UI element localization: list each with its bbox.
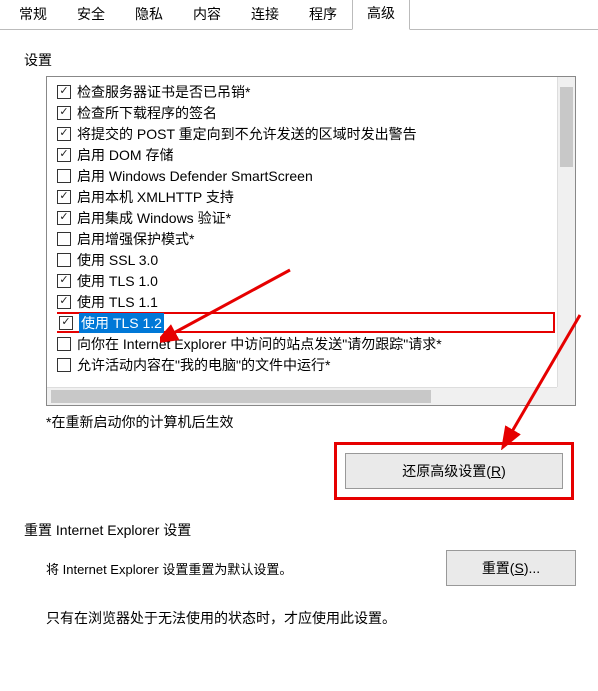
setting-item-0[interactable]: 检查服务器证书是否已吊销* — [57, 81, 555, 102]
setting-item-5[interactable]: 启用本机 XMLHTTP 支持 — [57, 186, 555, 207]
setting-label: 检查服务器证书是否已吊销* — [77, 82, 250, 102]
checkbox-icon[interactable] — [57, 274, 71, 288]
setting-item-12[interactable]: 向你在 Internet Explorer 中访问的站点发送"请勿跟踪"请求* — [57, 333, 555, 354]
hscroll-thumb[interactable] — [51, 390, 431, 403]
reset-button[interactable]: 重置(S)... — [446, 550, 576, 586]
vscroll-thumb[interactable] — [560, 87, 573, 167]
tab-content: 设置 检查服务器证书是否已吊销*检查所下载程序的签名将提交的 POST 重定向到… — [0, 30, 598, 644]
setting-label: 启用本机 XMLHTTP 支持 — [77, 187, 234, 207]
checkbox-icon[interactable] — [59, 316, 73, 330]
checkbox-icon[interactable] — [57, 253, 71, 267]
setting-label: 使用 TLS 1.1 — [77, 292, 158, 312]
setting-label: 启用 Windows Defender SmartScreen — [77, 166, 313, 186]
checkbox-icon[interactable] — [57, 358, 71, 372]
setting-item-10[interactable]: 使用 TLS 1.1 — [57, 291, 555, 312]
reset-note: 只有在浏览器处于无法使用的状态时，才应使用此设置。 — [46, 608, 576, 628]
checkbox-icon[interactable] — [57, 190, 71, 204]
setting-item-1[interactable]: 检查所下载程序的签名 — [57, 102, 555, 123]
scroll-corner — [557, 387, 575, 405]
checkbox-icon[interactable] — [57, 232, 71, 246]
setting-label: 使用 TLS 1.0 — [77, 271, 158, 291]
checkbox-icon[interactable] — [57, 337, 71, 351]
checkbox-icon[interactable] — [57, 211, 71, 225]
setting-label: 将提交的 POST 重定向到不允许发送的区域时发出警告 — [77, 124, 417, 144]
setting-label: 检查所下载程序的签名 — [77, 103, 217, 123]
tab-4[interactable]: 连接 — [236, 0, 294, 30]
setting-label: 向你在 Internet Explorer 中访问的站点发送"请勿跟踪"请求* — [77, 334, 442, 354]
setting-item-9[interactable]: 使用 TLS 1.0 — [57, 270, 555, 291]
tab-5[interactable]: 程序 — [294, 0, 352, 30]
tabs-bar: 常规安全隐私内容连接程序高级 — [0, 0, 598, 30]
setting-item-8[interactable]: 使用 SSL 3.0 — [57, 249, 555, 270]
checkbox-icon[interactable] — [57, 106, 71, 120]
restore-defaults-button[interactable]: 还原高级设置(R) — [345, 453, 563, 489]
checkbox-icon[interactable] — [57, 127, 71, 141]
horizontal-scrollbar[interactable] — [47, 387, 557, 405]
setting-item-7[interactable]: 启用增强保护模式* — [57, 228, 555, 249]
checkbox-icon[interactable] — [57, 148, 71, 162]
setting-item-6[interactable]: 启用集成 Windows 验证* — [57, 207, 555, 228]
settings-listbox: 检查服务器证书是否已吊销*检查所下载程序的签名将提交的 POST 重定向到不允许… — [46, 76, 576, 406]
setting-label: 启用增强保护模式* — [77, 229, 194, 249]
setting-label: 使用 TLS 1.2 — [79, 313, 164, 333]
setting-item-11[interactable]: 使用 TLS 1.2 — [57, 312, 555, 333]
vertical-scrollbar[interactable] — [557, 77, 575, 387]
checkbox-icon[interactable] — [57, 85, 71, 99]
setting-item-4[interactable]: 启用 Windows Defender SmartScreen — [57, 165, 555, 186]
restart-note: *在重新启动你的计算机后生效 — [46, 412, 576, 432]
setting-label: 使用 SSL 3.0 — [77, 250, 158, 270]
reset-title: 重置 Internet Explorer 设置 — [24, 520, 576, 540]
tab-3[interactable]: 内容 — [178, 0, 236, 30]
setting-label: 允许活动内容在"我的电脑"的文件中运行* — [77, 355, 330, 375]
reset-description: 将 Internet Explorer 设置重置为默认设置。 — [46, 559, 292, 578]
tab-1[interactable]: 安全 — [62, 0, 120, 30]
setting-label: 启用集成 Windows 验证* — [77, 208, 231, 228]
setting-item-3[interactable]: 启用 DOM 存储 — [57, 144, 555, 165]
setting-label: 启用 DOM 存储 — [77, 145, 173, 165]
tab-2[interactable]: 隐私 — [120, 0, 178, 30]
checkbox-icon[interactable] — [57, 169, 71, 183]
settings-list[interactable]: 检查服务器证书是否已吊销*检查所下载程序的签名将提交的 POST 重定向到不允许… — [57, 81, 555, 387]
tab-0[interactable]: 常规 — [4, 0, 62, 30]
checkbox-icon[interactable] — [57, 295, 71, 309]
settings-label: 设置 — [24, 50, 576, 70]
restore-button-highlight: 还原高级设置(R) — [334, 442, 574, 500]
setting-item-13[interactable]: 允许活动内容在"我的电脑"的文件中运行* — [57, 354, 555, 375]
setting-item-2[interactable]: 将提交的 POST 重定向到不允许发送的区域时发出警告 — [57, 123, 555, 144]
tab-6[interactable]: 高级 — [352, 0, 410, 30]
